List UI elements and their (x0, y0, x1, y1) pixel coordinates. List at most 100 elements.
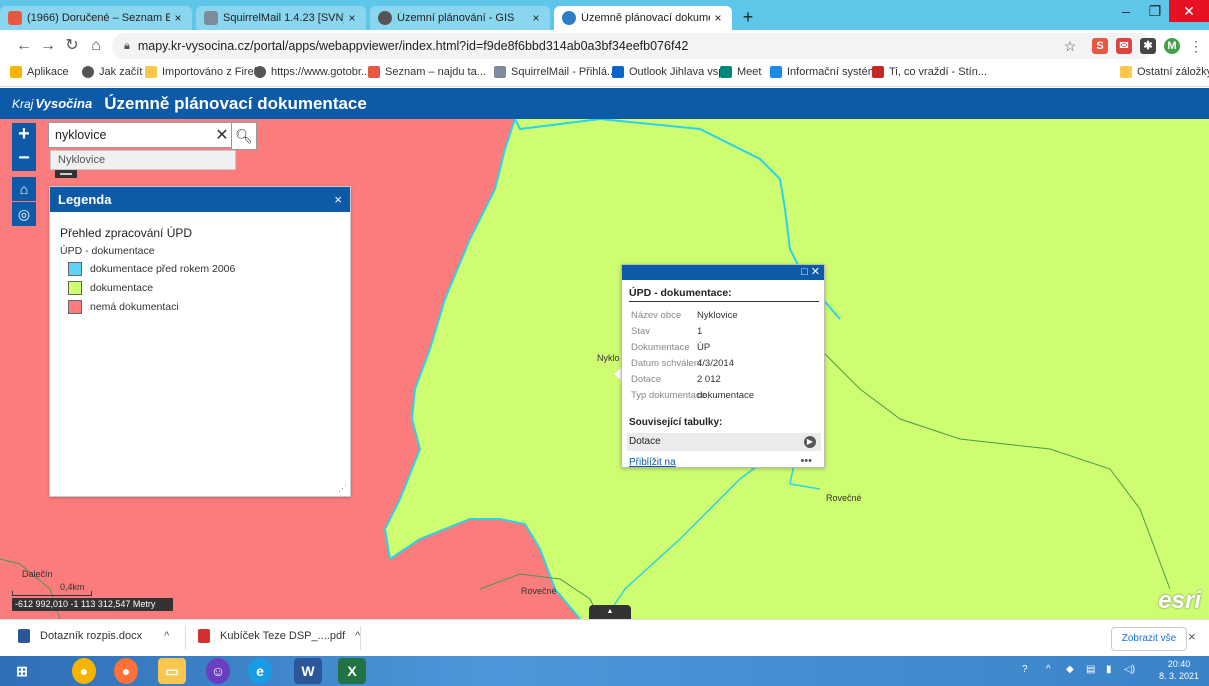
maximize-icon[interactable]: □ (801, 266, 808, 278)
help-icon[interactable]: ? (1022, 664, 1028, 675)
bookmark-apps[interactable]: Aplikace (10, 66, 69, 78)
map-label-rovecne: Rovečné (521, 586, 557, 596)
minimize-window-button[interactable]: – (1112, 0, 1140, 22)
bookmark-gotobrno[interactable]: https://www.gotobr... (254, 66, 370, 78)
municipality-boundary (819, 348, 1171, 590)
attribute-table-toggle[interactable]: ▲ (589, 605, 631, 619)
back-arrow-icon[interactable]: ← (14, 36, 34, 56)
edge-icon[interactable]: e (248, 658, 272, 684)
kraj-vysocina-logo: Kraj Vysočina (12, 96, 93, 111)
clear-search-icon[interactable]: ✕ (213, 125, 231, 145)
legend-header: Legenda × (50, 187, 350, 212)
map-view[interactable]: + − ⌂ ◎ ✕ 🔍︎ Nyklovice Legenda × Přehled… (0, 119, 1209, 619)
volume-icon[interactable]: ◁) (1124, 664, 1135, 675)
file-explorer-icon[interactable]: ▭ (158, 658, 186, 684)
show-all-downloads-button[interactable]: Zobrazit vše (1111, 627, 1187, 651)
bookmark-folder-firefox[interactable]: Importováno z Firef... (145, 66, 266, 78)
attribute-row: Dokumentace ÚP (631, 342, 711, 353)
bookmark-star-icon[interactable]: ☆ (1060, 36, 1080, 56)
close-tab-icon[interactable]: × (344, 11, 360, 25)
is-icon (770, 66, 782, 78)
search-suggestion[interactable]: Nyklovice (50, 150, 236, 170)
browser-tab-gis[interactable]: Územní plánování - GIS × (370, 6, 550, 30)
url-field[interactable]: 🔒︎ mapy.kr-vysocina.cz/portal/apps/webap… (112, 33, 1152, 59)
browser-tab-seznam[interactable]: (1966) Doručené – Seznam Email × (0, 6, 192, 30)
bookmark-squirrelmail[interactable]: SquirrelMail - Přihlá... (494, 66, 616, 78)
resize-grip-icon[interactable]: ⋰ (338, 483, 347, 494)
widget-toggle-button[interactable] (55, 170, 77, 178)
system-clock[interactable]: 20:40 8. 3. 2021 (1159, 658, 1199, 682)
bookmark-information-system[interactable]: Informační systém (770, 66, 877, 78)
globe-icon (378, 11, 392, 25)
network-icon[interactable]: ▤ (1086, 664, 1095, 675)
browser-menu-icon[interactable]: ⋮ (1186, 36, 1206, 56)
word-document-icon (18, 629, 30, 643)
folder-icon (145, 66, 157, 78)
bookmark-seznam[interactable]: Seznam – najdu ta... (368, 66, 486, 78)
bookmark-stin[interactable]: Ti, co vraždí - Stín... (872, 66, 987, 78)
seznam-extension-icon[interactable]: S (1092, 38, 1108, 54)
forward-arrow-icon[interactable]: → (38, 36, 58, 56)
excel-icon[interactable]: X (338, 658, 366, 684)
close-icon[interactable]: × (1188, 629, 1196, 644)
chevron-right-icon: ▶ (804, 436, 816, 448)
windows-taskbar: ⊞ ● ● ▭ ☺ e W X ? ^ ◆ ▤ ▮ ◁) 20:40 8. 3.… (0, 656, 1209, 686)
firefox-icon[interactable]: ● (114, 658, 138, 684)
popup-title: ÚPD - dokumentace: (629, 287, 732, 299)
meet-icon (720, 66, 732, 78)
messenger-icon[interactable]: ☺ (206, 658, 230, 684)
close-window-button[interactable]: ✕ (1169, 0, 1209, 22)
download-item-pdf[interactable]: Kubíček Teze DSP_....pdf ^ (198, 629, 360, 643)
word-icon[interactable]: W (294, 658, 322, 684)
app-header: Kraj Vysočina Územně plánovací dokumenta… (0, 88, 1209, 119)
mail-extension-icon[interactable]: ✉ (1116, 38, 1132, 54)
dropbox-icon[interactable]: ◆ (1066, 664, 1074, 675)
more-actions-icon[interactable]: ••• (800, 455, 812, 467)
new-tab-button[interactable]: + (736, 6, 760, 28)
browser-tab-active[interactable]: Územně plánovací dokumentace × (554, 6, 732, 30)
profile-avatar[interactable]: M (1164, 38, 1180, 54)
download-item-docx[interactable]: Dotazník rozpis.docx ^ (18, 629, 169, 643)
home-icon[interactable]: ⌂ (86, 36, 106, 56)
close-tab-icon[interactable]: × (170, 11, 186, 25)
signal-icon[interactable]: ▮ (1106, 664, 1112, 675)
arcgis-icon (562, 11, 576, 25)
chevron-up-icon[interactable]: ^ (164, 630, 169, 642)
close-icon[interactable]: × (334, 192, 342, 207)
bookmark-start[interactable]: Jak začít (82, 66, 142, 78)
windows-start-icon[interactable]: ⊞ (8, 658, 36, 684)
outlook-icon (612, 66, 624, 78)
tray-expand-icon[interactable]: ^ (1046, 664, 1051, 675)
close-icon[interactable]: ✕ (811, 266, 820, 278)
zoom-in-button[interactable]: + (12, 123, 36, 147)
browser-tab-squirrelmail[interactable]: SquirrelMail 1.4.23 [SVN] × (196, 6, 366, 30)
squirrelmail-icon (204, 11, 218, 25)
download-shelf: Dotazník rozpis.docx ^ Kubíček Teze DSP_… (0, 619, 1209, 657)
bookmark-other-folder[interactable]: Ostatní záložky (1120, 66, 1209, 78)
chrome-icon[interactable]: ● (72, 658, 96, 684)
legend-panel: Legenda × Přehled zpracování ÚPD ÚPD - d… (49, 186, 351, 497)
bookmark-meet[interactable]: Meet (720, 66, 761, 78)
pdf-icon (198, 629, 210, 643)
restore-window-button[interactable]: ❐ (1141, 0, 1169, 22)
related-table-dotace[interactable]: Dotace ▶ (627, 433, 821, 451)
search-icon: 🔍︎ (235, 128, 253, 144)
legend-sublayer-title: ÚPD - dokumentace (60, 245, 155, 257)
my-location-button[interactable]: ◎ (12, 202, 36, 226)
home-extent-button[interactable]: ⌂ (12, 177, 36, 201)
reload-icon[interactable]: ↻ (62, 36, 82, 56)
close-tab-icon[interactable]: × (528, 11, 544, 25)
close-tab-icon[interactable]: × (710, 11, 726, 25)
coordinate-readout[interactable]: -612 992,010 -1 113 312,547 Metry (12, 598, 173, 611)
map-search-input[interactable] (49, 128, 213, 142)
bookmark-outlook[interactable]: Outlook Jihlava vspji (612, 66, 729, 78)
popup-divider (629, 301, 819, 302)
extensions-puzzle-icon[interactable]: ✱ (1140, 38, 1156, 54)
legend-item: nemá dokumentaci (68, 300, 179, 314)
zoom-to-link[interactable]: Přiblížit na (629, 457, 676, 468)
zoom-out-button[interactable]: − (12, 147, 36, 171)
search-button[interactable]: 🔍︎ (231, 122, 257, 150)
address-bar: ← → ↻ ⌂ 🔒︎ mapy.kr-vysocina.cz/portal/ap… (0, 30, 1209, 62)
attribute-row: Dotace 2 012 (631, 374, 721, 385)
feature-popup: □ ✕ ÚPD - dokumentace: Název obce Nyklovi… (621, 264, 825, 468)
